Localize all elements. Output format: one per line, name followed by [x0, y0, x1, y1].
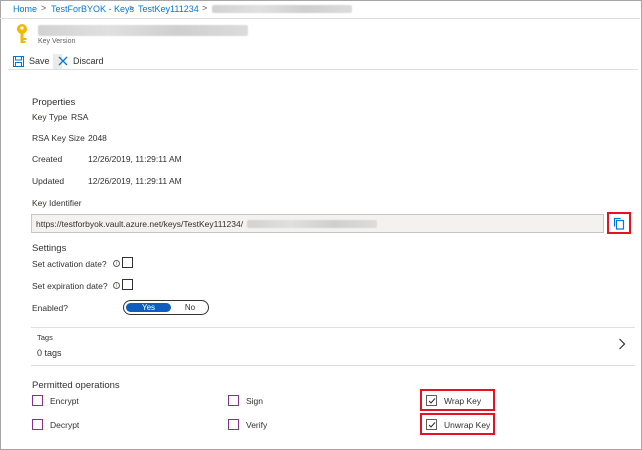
save-icon — [13, 55, 24, 67]
copy-icon — [613, 217, 625, 230]
toggle-yes-option[interactable]: Yes — [126, 303, 171, 312]
tags-row[interactable]: Tags 0 tags — [31, 327, 635, 366]
discard-label: Discard — [73, 56, 104, 66]
breadcrumb-home[interactable]: Home — [13, 4, 37, 14]
activation-date-checkbox[interactable] — [122, 257, 133, 268]
redacted-key-version-id — [247, 220, 377, 228]
tags-label: Tags — [37, 333, 53, 342]
operation-decrypt[interactable]: Decrypt — [32, 419, 79, 430]
key-size-label: RSA Key Size — [32, 133, 85, 143]
info-icon[interactable]: i — [113, 260, 120, 267]
enabled-toggle[interactable]: Yes No — [123, 300, 209, 315]
expiration-date-label: Set expiration date? — [32, 281, 108, 291]
updated-label: Updated — [32, 176, 65, 186]
redacted-breadcrumb — [212, 5, 352, 13]
operation-sign[interactable]: Sign — [228, 395, 263, 406]
breadcrumb-key[interactable]: TestKey111234 — [138, 4, 199, 14]
breadcrumb-separator: > — [41, 3, 47, 13]
decrypt-label: Decrypt — [50, 419, 80, 430]
toggle-no-option[interactable]: No — [174, 303, 206, 312]
key-type-value: RSA — [71, 112, 89, 122]
key-identifier-label: Key Identifier — [32, 198, 82, 208]
decrypt-checkbox[interactable] — [32, 419, 43, 430]
breadcrumb-separator: > — [129, 3, 135, 13]
sign-checkbox[interactable] — [228, 395, 239, 406]
key-size-value: 2048 — [88, 133, 107, 143]
close-icon — [58, 56, 68, 66]
key-identifier-value: https://testforbyok.vault.azure.net/keys… — [36, 219, 244, 229]
command-bar: Save Discard — [8, 51, 638, 70]
breadcrumb-separator: > — [202, 3, 208, 13]
page-subtitle: Key Version — [38, 38, 76, 45]
expiration-date-checkbox[interactable] — [122, 279, 133, 290]
wrap-key-checkbox[interactable] — [426, 395, 437, 406]
copy-to-clipboard-button[interactable] — [607, 212, 631, 234]
settings-heading: Settings — [32, 243, 67, 254]
info-icon[interactable]: i — [113, 282, 120, 289]
save-button[interactable]: Save — [13, 54, 50, 68]
created-value: 12/26/2019, 11:29:11 AM — [88, 154, 182, 164]
unwrap-key-label: Unwrap Key — [444, 419, 491, 430]
created-label: Created — [32, 154, 63, 164]
encrypt-checkbox[interactable] — [32, 395, 43, 406]
key-identifier-field[interactable]: https://testforbyok.vault.azure.net/keys… — [31, 214, 604, 233]
operation-encrypt[interactable]: Encrypt — [32, 395, 79, 406]
verify-checkbox[interactable] — [228, 419, 239, 430]
breadcrumb: Home > TestForBYOK - Keys > TestKey11123… — [0, 0, 640, 19]
tags-value: 0 tags — [37, 348, 62, 358]
properties-heading: Properties — [32, 97, 76, 108]
discard-button[interactable]: Discard — [58, 54, 104, 68]
operation-unwrap-key[interactable]: Unwrap Key — [426, 419, 490, 430]
breadcrumb-keys[interactable]: TestForBYOK - Keys — [51, 4, 134, 14]
updated-value: 12/26/2019, 11:29:11 AM — [88, 176, 182, 186]
enabled-label: Enabled? — [32, 303, 68, 313]
save-label: Save — [29, 56, 50, 66]
chevron-right-icon — [618, 338, 626, 352]
checkmark-icon — [428, 397, 436, 405]
checkmark-icon — [428, 421, 436, 429]
permitted-operations-heading: Permitted operations — [32, 380, 120, 391]
encrypt-label: Encrypt — [50, 395, 79, 406]
activation-date-label: Set activation date? — [32, 259, 107, 269]
key-icon — [13, 23, 31, 45]
unwrap-key-checkbox[interactable] — [426, 419, 437, 430]
sign-label: Sign — [246, 395, 264, 406]
operation-verify[interactable]: Verify — [228, 419, 267, 430]
key-type-label: Key Type — [32, 112, 68, 122]
verify-label: Verify — [246, 419, 268, 430]
redacted-key-version-title — [38, 25, 248, 36]
wrap-key-label: Wrap Key — [444, 395, 482, 406]
operation-wrap-key[interactable]: Wrap Key — [426, 395, 481, 406]
